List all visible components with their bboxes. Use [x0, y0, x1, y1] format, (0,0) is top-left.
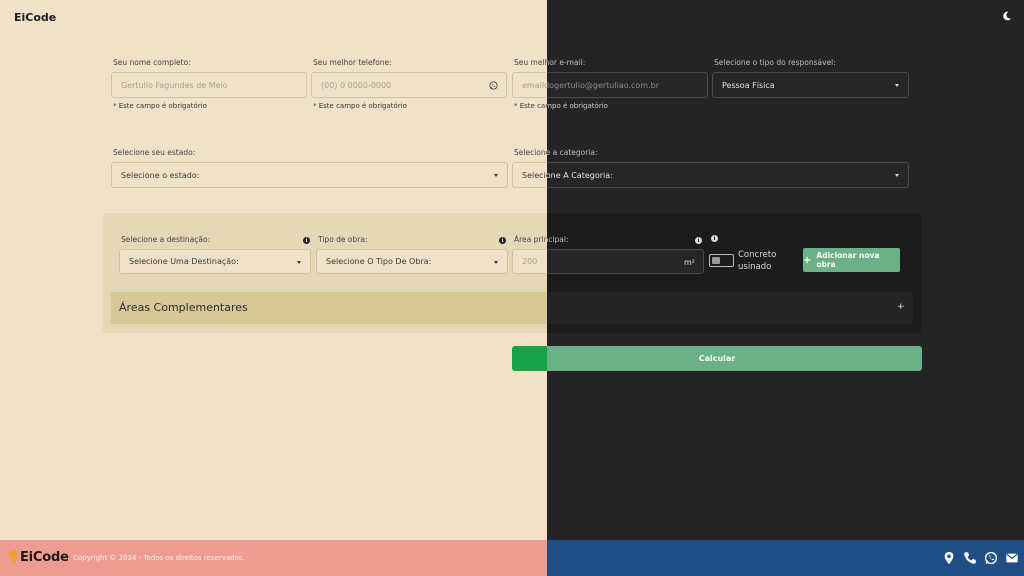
info-icon[interactable]: i	[303, 237, 310, 244]
moon-icon[interactable]	[1002, 11, 1012, 21]
phone-required-msg: * Este campo é obrigatório	[313, 102, 407, 110]
add-obra-button[interactable]: + Adicionar nova obra	[803, 248, 900, 272]
info-icon[interactable]: i	[695, 237, 702, 244]
name-value: Gertulio Fagundes de Melo	[121, 80, 228, 90]
plus-icon: +	[803, 254, 812, 266]
footer-logo-text: EiCode	[20, 549, 69, 565]
expand-plus-icon[interactable]: +	[897, 302, 905, 312]
calcular-button[interactable]: Calcular	[547, 346, 922, 371]
whatsapp-icon[interactable]	[984, 551, 998, 565]
name-required-msg: * Este campo é obrigatório	[113, 102, 207, 110]
tipo-obra-value: Selecione O Tipo De Obra:	[326, 257, 432, 266]
areas-complementares-title: Áreas Complementares	[119, 301, 248, 314]
mail-icon[interactable]	[1005, 551, 1019, 565]
responsavel-select[interactable]: Pessoa Física	[712, 72, 909, 98]
tipo-obra-select[interactable]: Selecione O Tipo De Obra:	[316, 249, 508, 274]
destinacao-select[interactable]: Selecione Uma Destinação:	[119, 249, 311, 274]
responsavel-value: Pessoa Física	[722, 80, 775, 90]
info-icon[interactable]: i	[711, 235, 718, 242]
chevron-down-icon	[494, 174, 498, 177]
chevron-down-icon	[494, 261, 498, 264]
concreto-usinado-label: Concreto usinado	[738, 249, 776, 273]
toggle-knob	[712, 257, 720, 264]
phone-label: Seu melhor telefone:	[313, 58, 392, 67]
chevron-down-icon	[895, 84, 899, 87]
chevron-down-icon	[297, 261, 301, 264]
footer-icons	[942, 551, 1019, 565]
info-icon[interactable]: i	[499, 237, 506, 244]
destinacao-value: Selecione Uma Destinação:	[129, 257, 239, 266]
whatsapp-icon	[489, 81, 498, 90]
name-label: Seu nome completo:	[113, 58, 191, 67]
concreto-usinado-toggle[interactable]	[709, 254, 734, 267]
footer-logo[interactable]: EiCode	[8, 549, 69, 565]
chevron-down-icon	[895, 174, 899, 177]
concreto-label-line2: usinado	[738, 262, 772, 272]
area-placeholder: 200	[522, 257, 538, 266]
phone-icon[interactable]	[963, 551, 977, 565]
lightbulb-icon	[9, 550, 18, 564]
estado-value: Selecione o estado:	[121, 170, 200, 180]
phone-placeholder: (00) 0 0000-0000	[321, 80, 392, 90]
estado-select[interactable]: Selecione o estado:	[111, 162, 508, 188]
location-icon[interactable]	[942, 551, 956, 565]
concreto-label-line1: Concreto	[738, 250, 777, 260]
calcular-label: Calcular	[698, 354, 736, 363]
estado-label: Selecione seu estado:	[113, 148, 196, 157]
brand-title[interactable]: EiCode	[14, 11, 56, 24]
area-unit: m²	[684, 258, 695, 267]
add-obra-label: Adicionar nova obra	[816, 251, 880, 269]
responsavel-label: Selecione o tipo do responsável:	[714, 58, 836, 67]
categoria-select[interactable]: Selecione A Categoria:	[547, 162, 909, 188]
phone-field[interactable]: (00) 0 0000-0000	[311, 72, 507, 98]
destinacao-label: Selecione a destinação:	[121, 235, 211, 244]
name-field[interactable]: Gertulio Fagundes de Melo	[111, 72, 307, 98]
tipo-obra-label: Tipo de obra:	[318, 235, 368, 244]
copyright-text: Copyright © 2024 - Todos os direitos res…	[73, 554, 245, 562]
